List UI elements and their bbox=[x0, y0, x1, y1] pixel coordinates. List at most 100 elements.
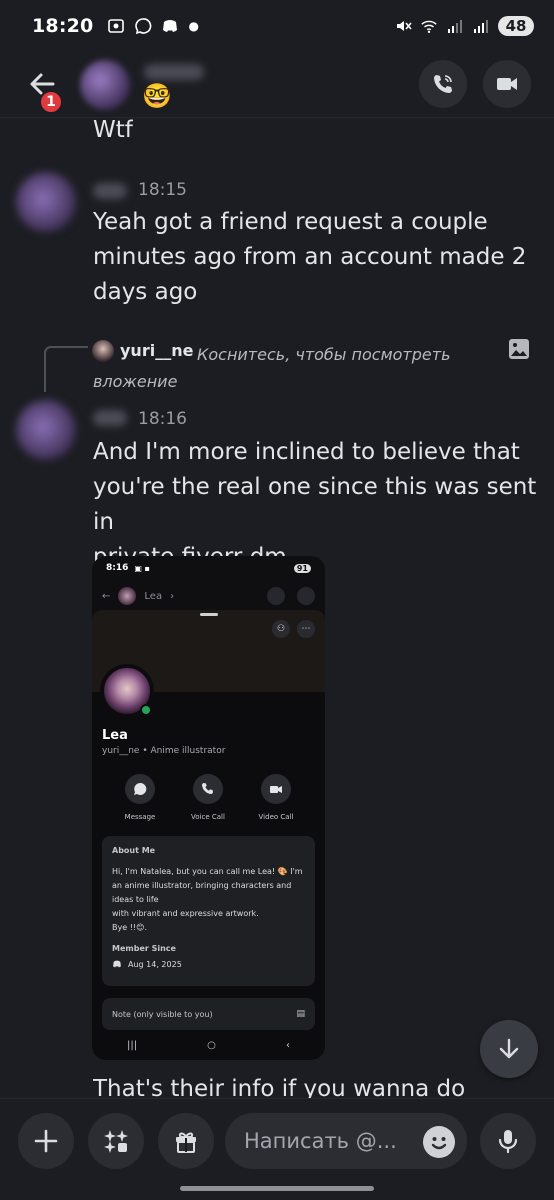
home-indicator[interactable] bbox=[180, 1186, 374, 1191]
profile-subtitle: yuri__ne • Anime illustrator bbox=[102, 746, 226, 756]
signal-icon-2 bbox=[472, 17, 490, 35]
about-line: Bye !!😊. bbox=[112, 923, 147, 932]
recent-apps-icon: ||| bbox=[127, 1039, 138, 1051]
emoji-button[interactable] bbox=[423, 1126, 455, 1158]
profile-name: Lea bbox=[102, 728, 128, 743]
mute-icon bbox=[394, 17, 412, 35]
discord-status-icon bbox=[161, 17, 179, 35]
status-bar: 18:20 ● 48 bbox=[0, 0, 554, 52]
message-text: And I'm more inclined to believe that yo… bbox=[93, 435, 554, 575]
apps-sparkle-icon bbox=[104, 1130, 128, 1153]
note-label: Note (only visible to you) bbox=[112, 1009, 213, 1019]
note-card: Note (only visible to you) ▤ bbox=[102, 998, 315, 1030]
chat-header: 1 🤓 bbox=[0, 52, 554, 118]
action-label: Video Call bbox=[258, 813, 294, 821]
attachment-call-icon bbox=[267, 587, 285, 605]
microphone-icon bbox=[498, 1130, 518, 1154]
member-since-date: Aug 14, 2025 bbox=[128, 959, 182, 969]
status-right-icons: 48 bbox=[394, 16, 534, 36]
message-line: days ago bbox=[93, 279, 198, 305]
about-me-card: About Me Hi, I'm Natalea, but you can ca… bbox=[102, 836, 315, 986]
status-time: 18:20 bbox=[32, 15, 94, 37]
author-name-blurred[interactable] bbox=[93, 410, 127, 426]
about-me-title: About Me bbox=[112, 846, 156, 855]
attachment-header-avatar bbox=[118, 587, 137, 605]
video-call-icon bbox=[497, 78, 517, 90]
video-call-button[interactable] bbox=[483, 60, 531, 108]
message-text: Wtf bbox=[93, 117, 133, 141]
member-since-title: Member Since bbox=[112, 944, 176, 953]
image-attachment[interactable]: 8:16 ▣ ▪ 91 ← Lea › ⚇ ⋯ Lea yuri__ne • A… bbox=[92, 556, 325, 1060]
about-me-text: Hi, I'm Natalea, but you can call me Lea… bbox=[112, 865, 305, 935]
message-line: minutes ago from an account made 2 bbox=[93, 244, 527, 270]
message-line: you're the real one since this was sent … bbox=[93, 474, 537, 535]
viber-icon bbox=[134, 17, 152, 35]
attachment-chevron-icon: › bbox=[170, 590, 175, 602]
message-input[interactable]: Написать @... bbox=[225, 1113, 467, 1169]
notification-badge: 1 bbox=[39, 90, 63, 114]
note-edit-icon: ▤ bbox=[296, 1009, 305, 1019]
arrow-down-icon bbox=[499, 1038, 519, 1059]
contact-name-blurred[interactable] bbox=[144, 64, 204, 80]
voice-call-icon bbox=[434, 75, 452, 93]
gift-icon bbox=[176, 1132, 196, 1153]
author-name-blurred[interactable] bbox=[93, 183, 127, 199]
screen-capture-icon bbox=[107, 17, 125, 35]
author-avatar[interactable] bbox=[16, 172, 76, 232]
message-timestamp: 18:16 bbox=[138, 409, 187, 429]
discord-logo-icon bbox=[113, 960, 121, 968]
add-friend-icon: ⚇ bbox=[272, 620, 290, 638]
action-label: Voice Call bbox=[191, 813, 225, 821]
voice-call-button[interactable] bbox=[419, 60, 467, 108]
attachment-header-name: Lea bbox=[144, 590, 163, 602]
jump-to-latest-button[interactable] bbox=[480, 1020, 538, 1078]
message-line: And I'm more inclined to believe that bbox=[93, 439, 520, 465]
message-text: That's their info if you wanna do bbox=[93, 1076, 466, 1100]
about-line: an anime illustrator, bringing character… bbox=[112, 881, 292, 890]
message-bubble-icon bbox=[125, 774, 155, 804]
phone-icon bbox=[193, 774, 223, 804]
signal-icon bbox=[446, 17, 464, 35]
reply-connector bbox=[44, 346, 88, 392]
image-icon bbox=[508, 338, 530, 360]
home-icon: ○ bbox=[207, 1039, 216, 1051]
profile-sheet: ⚇ ⋯ Lea yuri__ne • Anime illustrator Mes… bbox=[92, 610, 325, 1060]
battery-level: 48 bbox=[498, 16, 534, 36]
about-line: with vibrant and expressive artwork. bbox=[112, 909, 259, 918]
message-composer: Написать @... bbox=[0, 1098, 554, 1200]
attachment-video-icon bbox=[297, 587, 315, 605]
author-avatar[interactable] bbox=[16, 400, 76, 460]
gift-button[interactable] bbox=[158, 1113, 214, 1169]
attachment-battery: 91 bbox=[293, 563, 311, 573]
plus-icon bbox=[34, 1129, 58, 1153]
profile-action-video-call: Video Call bbox=[246, 774, 306, 821]
reply-preview-text[interactable]: Коснитесь, чтобы посмотреть вложение bbox=[93, 341, 493, 395]
wifi-icon bbox=[420, 17, 438, 35]
attachment-status-icons: ▣ ▪ bbox=[134, 563, 150, 573]
more-options-icon: ⋯ bbox=[297, 620, 315, 638]
message-text: Yeah got a friend request a couple minut… bbox=[93, 205, 526, 310]
message-input-placeholder: Написать @... bbox=[244, 1129, 397, 1153]
voice-message-button[interactable] bbox=[480, 1113, 536, 1169]
attachment-header: ← Lea › bbox=[92, 580, 325, 612]
attachment-nav-bar: ||| ○ ‹ bbox=[92, 1030, 325, 1060]
online-status-icon bbox=[140, 704, 152, 716]
profile-action-voice-call: Voice Call bbox=[178, 774, 238, 821]
camera-icon bbox=[261, 774, 291, 804]
smile-icon bbox=[431, 1137, 447, 1150]
action-label: Message bbox=[124, 813, 156, 821]
member-since-row: Aug 14, 2025 bbox=[112, 959, 305, 969]
add-attachment-button[interactable] bbox=[18, 1113, 74, 1169]
back-icon: ‹ bbox=[285, 1039, 290, 1051]
about-line: Hi, I'm Natalea, but you can call me Lea… bbox=[112, 867, 303, 876]
attachment-status-bar: 8:16 ▣ ▪ 91 bbox=[92, 556, 325, 580]
about-line: ideas to life bbox=[112, 895, 159, 904]
sheet-grabber bbox=[200, 613, 218, 616]
apps-button[interactable] bbox=[88, 1113, 144, 1169]
message-timestamp: 18:15 bbox=[138, 180, 187, 200]
notification-dot-icon: ● bbox=[188, 19, 199, 33]
attachment-time: 8:16 bbox=[106, 563, 129, 573]
contact-avatar[interactable] bbox=[80, 60, 130, 110]
status-left-icons: ● bbox=[107, 17, 199, 35]
status-emoji: 🤓 bbox=[142, 82, 172, 110]
